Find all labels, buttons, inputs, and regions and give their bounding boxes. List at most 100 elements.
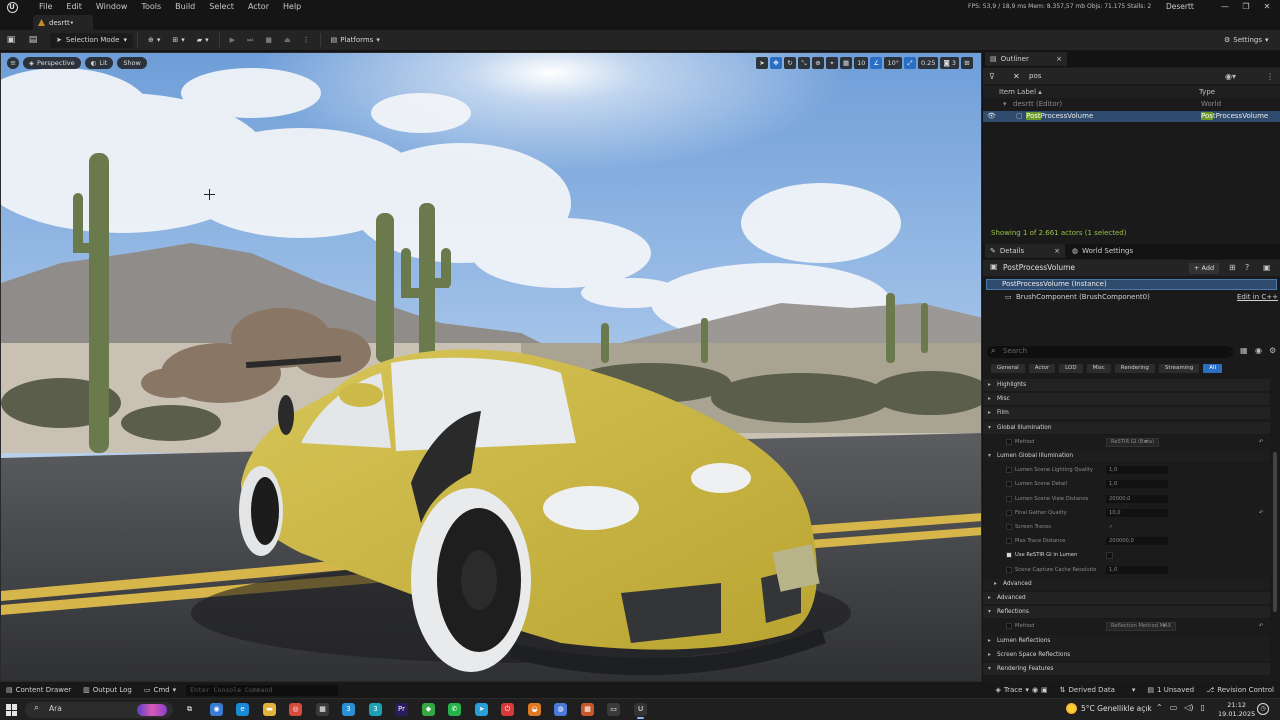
content-browser-icon[interactable]: ▤	[22, 35, 44, 45]
actor-name-field[interactable]: PostProcessVolume	[1003, 263, 1075, 272]
property-checkbox[interactable]: ✓	[1109, 521, 1113, 534]
property-value[interactable]: 1,0	[1109, 464, 1117, 477]
property-category[interactable]: ▸ Film	[983, 407, 1270, 419]
network-icon[interactable]: ▭	[1170, 703, 1178, 712]
grid-snap-value[interactable]: 10	[854, 57, 869, 69]
override-checkbox[interactable]	[1006, 439, 1012, 445]
skip-button[interactable]: ⏭	[241, 36, 259, 45]
show-button[interactable]: Show	[117, 57, 147, 69]
blueprint-button[interactable]: ⊞ ▾	[166, 36, 190, 44]
filter-chip-general[interactable]: General	[991, 363, 1025, 373]
camera-speed-button[interactable]: ◙ 3	[940, 57, 959, 69]
browser-icon[interactable]: ◍	[554, 703, 567, 716]
override-checkbox[interactable]	[1006, 623, 1012, 629]
select-tool-icon[interactable]: ➤	[756, 57, 769, 69]
filter-chip-streaming[interactable]: Streaming	[1158, 363, 1200, 373]
property-category[interactable]: ▸ Advanced	[983, 592, 1270, 604]
close-tab-icon[interactable]: ×	[1054, 247, 1060, 255]
settings-icon[interactable]: ⋮	[1266, 72, 1274, 81]
outliner-search-input[interactable]: pos	[1029, 72, 1041, 80]
property-category[interactable]: ▾ Rendering Features	[983, 663, 1270, 675]
override-checkbox[interactable]	[1006, 496, 1012, 502]
menu-item-actor[interactable]: Actor	[241, 0, 276, 14]
app-teal-icon[interactable]: 3	[369, 703, 382, 716]
outliner-list-area[interactable]	[983, 123, 1280, 227]
reset-to-default-icon[interactable]: ↶	[1259, 507, 1263, 520]
content-drawer-button[interactable]: ▤ Content Drawer	[0, 686, 77, 694]
output-log-button[interactable]: ▥ Output Log	[77, 686, 138, 694]
hamburger-icon[interactable]: ≡	[7, 57, 19, 69]
blender-icon[interactable]: ◒	[528, 703, 541, 716]
folder-app-icon[interactable]: ▭	[607, 703, 620, 716]
property-value[interactable]: 200000,0	[1109, 535, 1134, 548]
scale-snap-icon[interactable]: ⤢	[903, 57, 916, 69]
property-category[interactable]: ▸ Screen Space Reflections	[983, 649, 1270, 661]
menu-item-tools[interactable]: Tools	[134, 0, 168, 14]
console-command-input[interactable]: Enter Console Command	[186, 684, 339, 696]
blueprint-icon[interactable]: ⊞	[1229, 263, 1236, 272]
filter-icon[interactable]: ⊽	[989, 72, 995, 81]
save-icon[interactable]: ▣	[0, 35, 22, 45]
reset-to-default-icon[interactable]: ↶	[1259, 436, 1263, 449]
filter-chip-actor[interactable]: Actor	[1028, 363, 1056, 373]
power-icon[interactable]: ⏻	[501, 703, 514, 716]
rotate-tool-icon[interactable]: ↻	[784, 57, 797, 69]
component-instance-row[interactable]: PostProcessVolume (Instance)	[986, 279, 1277, 290]
outliner-tab[interactable]: ▤ Outliner ×	[985, 52, 1067, 66]
property-dropdown[interactable]: ReSTIR GI (Beta)	[1106, 438, 1160, 447]
add-actor-button[interactable]: ⊕ ▾	[142, 36, 166, 44]
file-explorer-icon[interactable]: ▬	[263, 703, 276, 716]
reset-to-default-icon[interactable]: ↶	[1259, 620, 1263, 633]
visibility-eye-icon[interactable]: 👁	[987, 111, 996, 122]
filter-chip-rendering[interactable]: Rendering	[1114, 363, 1155, 373]
app-blue-icon[interactable]: 3	[342, 703, 355, 716]
override-checkbox[interactable]	[1006, 467, 1012, 473]
cinematics-button[interactable]: ▰ ▾	[191, 36, 215, 44]
world-space-icon[interactable]: ⊕	[812, 57, 825, 69]
property-value[interactable]: 20000,0	[1109, 493, 1130, 506]
view-mode-button[interactable]: ◐ Lit	[84, 57, 114, 69]
filter-chip-misc[interactable]: Misc	[1086, 363, 1111, 373]
chevron-up-icon[interactable]: ⌃	[1156, 703, 1163, 712]
property-value[interactable]: 10,0	[1109, 507, 1121, 520]
table-view-icon[interactable]: ▦	[1240, 346, 1248, 355]
details-scrollbar[interactable]	[1273, 452, 1277, 612]
premiere-icon[interactable]: Pr	[395, 703, 408, 716]
menu-item-window[interactable]: Window	[89, 0, 135, 14]
outliner-row-world[interactable]: ▾ desrtt (Editor) World	[983, 99, 1280, 110]
task-view-icon[interactable]: ⧉	[183, 703, 196, 716]
property-category[interactable]: ▸ Highlights	[983, 379, 1270, 391]
property-category[interactable]: ▾ Global Illumination	[983, 422, 1270, 434]
unsaved-button[interactable]: ▤ 1 Unsaved	[1141, 686, 1200, 694]
level-tab[interactable]: desrtt•	[33, 15, 93, 30]
details-tab[interactable]: ✎ Details ×	[985, 244, 1065, 258]
add-component-button[interactable]: + Add	[1189, 263, 1220, 274]
windows-start-icon[interactable]	[6, 704, 18, 716]
help-icon[interactable]: ?	[1245, 263, 1249, 272]
expand-arrow-icon[interactable]: ▾	[1003, 99, 1007, 110]
perspective-button[interactable]: ◈ Perspective	[23, 57, 81, 69]
surface-snap-icon[interactable]: ⌖	[826, 57, 839, 69]
lock-icon[interactable]: ▣	[1263, 263, 1271, 272]
play-button[interactable]: ▶	[224, 36, 241, 44]
copilot-icon[interactable]: ◉	[210, 703, 223, 716]
selection-mode-dropdown[interactable]: ➤ Selection Mode ▾	[50, 32, 133, 48]
whatsapp-icon[interactable]: ✆	[448, 703, 461, 716]
options-icon[interactable]: ◉▾	[1225, 72, 1236, 81]
level-viewport[interactable]: ≡ ◈ Perspective ◐ Lit Show ➤ ✥ ↻ ⤡ ⊕ ⌖ ▦…	[0, 52, 982, 682]
override-checkbox[interactable]	[1006, 552, 1012, 558]
eye-icon[interactable]: ◉	[1255, 346, 1262, 355]
telegram-icon[interactable]: ➤	[475, 703, 488, 716]
grid-app-icon[interactable]: ▦	[581, 703, 594, 716]
world-settings-tab[interactable]: ◍ World Settings	[1067, 244, 1138, 258]
notification-icon[interactable]: ◷	[1257, 703, 1269, 715]
property-value[interactable]: 1,0	[1109, 478, 1117, 491]
derived-data-button[interactable]: ⇅ Derived Data ▾	[1054, 686, 1142, 694]
menu-item-help[interactable]: Help	[276, 0, 308, 14]
grid-snap-icon[interactable]: ▦	[840, 57, 853, 69]
filter-chip-all[interactable]: All	[1203, 363, 1223, 373]
property-category[interactable]: ▸ Lumen Reflections	[983, 635, 1270, 647]
property-checkbox[interactable]	[1106, 552, 1113, 559]
taskbar-clock[interactable]: 21:12 19.01.2025	[1218, 701, 1255, 719]
property-category[interactable]: ▸ Misc	[983, 393, 1270, 405]
